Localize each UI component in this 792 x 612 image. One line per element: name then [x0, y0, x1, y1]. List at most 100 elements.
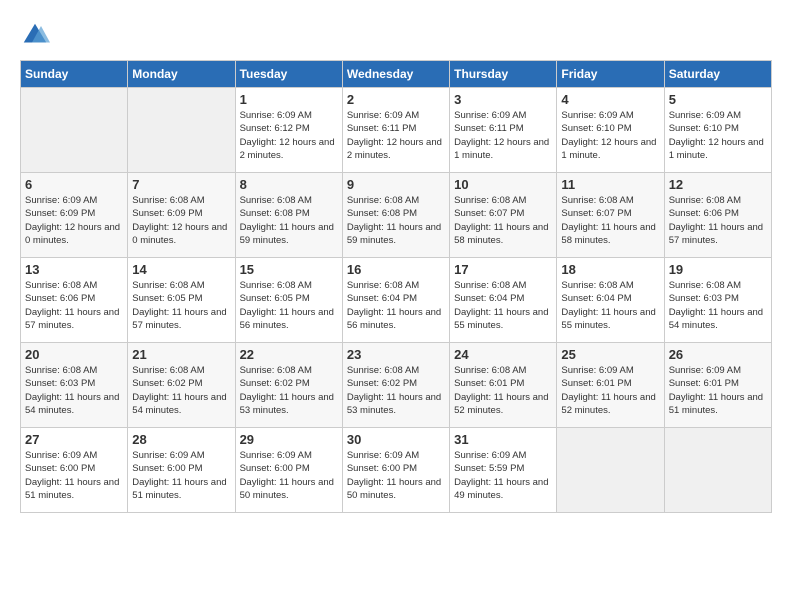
- calendar-cell: 11 Sunrise: 6:08 AMSunset: 6:07 PMDayligh…: [557, 173, 664, 258]
- calendar-cell: 12 Sunrise: 6:08 AMSunset: 6:06 PMDayligh…: [664, 173, 771, 258]
- calendar-week-row: 20 Sunrise: 6:08 AMSunset: 6:03 PMDayligh…: [21, 343, 772, 428]
- weekday-header-saturday: Saturday: [664, 61, 771, 88]
- day-info: Sunrise: 6:09 AMSunset: 6:12 PMDaylight:…: [240, 109, 338, 162]
- weekday-header-monday: Monday: [128, 61, 235, 88]
- day-number: 4: [561, 92, 659, 107]
- day-number: 26: [669, 347, 767, 362]
- day-info: Sunrise: 6:09 AMSunset: 6:01 PMDaylight:…: [561, 364, 659, 417]
- day-info: Sunrise: 6:08 AMSunset: 6:08 PMDaylight:…: [240, 194, 338, 247]
- day-info: Sunrise: 6:08 AMSunset: 6:04 PMDaylight:…: [347, 279, 445, 332]
- day-number: 1: [240, 92, 338, 107]
- day-number: 30: [347, 432, 445, 447]
- calendar-cell: 27 Sunrise: 6:09 AMSunset: 6:00 PMDayligh…: [21, 428, 128, 513]
- day-info: Sunrise: 6:08 AMSunset: 6:02 PMDaylight:…: [240, 364, 338, 417]
- calendar-cell: [128, 88, 235, 173]
- calendar-cell: 5 Sunrise: 6:09 AMSunset: 6:10 PMDaylight…: [664, 88, 771, 173]
- calendar-header-row: SundayMondayTuesdayWednesdayThursdayFrid…: [21, 61, 772, 88]
- day-info: Sunrise: 6:08 AMSunset: 6:02 PMDaylight:…: [347, 364, 445, 417]
- weekday-header-friday: Friday: [557, 61, 664, 88]
- day-info: Sunrise: 6:08 AMSunset: 6:03 PMDaylight:…: [25, 364, 123, 417]
- calendar-cell: 23 Sunrise: 6:08 AMSunset: 6:02 PMDayligh…: [342, 343, 449, 428]
- calendar-cell: 14Sunrise: 6:08 AMSunset: 6:05 PMDayligh…: [128, 258, 235, 343]
- day-info: Sunrise: 6:09 AMSunset: 6:00 PMDaylight:…: [240, 449, 338, 502]
- day-info: Sunrise: 6:09 AMSunset: 6:11 PMDaylight:…: [454, 109, 552, 162]
- weekday-header-tuesday: Tuesday: [235, 61, 342, 88]
- day-info: Sunrise: 6:08 AMSunset: 6:05 PMDaylight:…: [240, 279, 338, 332]
- day-number: 5: [669, 92, 767, 107]
- day-number: 19: [669, 262, 767, 277]
- calendar-cell: 2 Sunrise: 6:09 AMSunset: 6:11 PMDaylight…: [342, 88, 449, 173]
- calendar-cell: 9 Sunrise: 6:08 AMSunset: 6:08 PMDaylight…: [342, 173, 449, 258]
- calendar-cell: 22Sunrise: 6:08 AMSunset: 6:02 PMDayligh…: [235, 343, 342, 428]
- calendar-cell: 6 Sunrise: 6:09 AMSunset: 6:09 PMDaylight…: [21, 173, 128, 258]
- calendar-cell: 21 Sunrise: 6:08 AMSunset: 6:02 PMDayligh…: [128, 343, 235, 428]
- day-info: Sunrise: 6:09 AMSunset: 6:10 PMDaylight:…: [561, 109, 659, 162]
- day-number: 11: [561, 177, 659, 192]
- calendar-cell: 28 Sunrise: 6:09 AMSunset: 6:00 PMDayligh…: [128, 428, 235, 513]
- weekday-header-sunday: Sunday: [21, 61, 128, 88]
- day-info: Sunrise: 6:08 AMSunset: 6:04 PMDaylight:…: [454, 279, 552, 332]
- calendar-cell: 1 Sunrise: 6:09 AMSunset: 6:12 PMDaylight…: [235, 88, 342, 173]
- day-number: 25: [561, 347, 659, 362]
- day-number: 17: [454, 262, 552, 277]
- logo-icon: [20, 20, 50, 50]
- day-info: Sunrise: 6:09 AMSunset: 6:09 PMDaylight:…: [25, 194, 123, 247]
- calendar-cell: 30 Sunrise: 6:09 AMSunset: 6:00 PMDayligh…: [342, 428, 449, 513]
- page-header: [20, 20, 772, 50]
- calendar-cell: 26 Sunrise: 6:09 AMSunset: 6:01 PMDayligh…: [664, 343, 771, 428]
- calendar-week-row: 13 Sunrise: 6:08 AMSunset: 6:06 PMDayligh…: [21, 258, 772, 343]
- day-number: 2: [347, 92, 445, 107]
- day-info: Sunrise: 6:08 AMSunset: 6:06 PMDaylight:…: [25, 279, 123, 332]
- weekday-header-wednesday: Wednesday: [342, 61, 449, 88]
- day-info: Sunrise: 6:08 AMSunset: 6:04 PMDaylight:…: [561, 279, 659, 332]
- day-info: Sunrise: 6:08 AMSunset: 6:08 PMDaylight:…: [347, 194, 445, 247]
- calendar-cell: 18 Sunrise: 6:08 AMSunset: 6:04 PMDayligh…: [557, 258, 664, 343]
- calendar-week-row: 27 Sunrise: 6:09 AMSunset: 6:00 PMDayligh…: [21, 428, 772, 513]
- day-info: Sunrise: 6:08 AMSunset: 6:03 PMDaylight:…: [669, 279, 767, 332]
- day-info: Sunrise: 6:08 AMSunset: 6:09 PMDaylight:…: [132, 194, 230, 247]
- weekday-header-thursday: Thursday: [450, 61, 557, 88]
- calendar-cell: [664, 428, 771, 513]
- day-number: 15: [240, 262, 338, 277]
- calendar-cell: 8 Sunrise: 6:08 AMSunset: 6:08 PMDaylight…: [235, 173, 342, 258]
- calendar-cell: 17 Sunrise: 6:08 AMSunset: 6:04 PMDayligh…: [450, 258, 557, 343]
- day-number: 27: [25, 432, 123, 447]
- day-number: 18: [561, 262, 659, 277]
- day-number: 9: [347, 177, 445, 192]
- day-info: Sunrise: 6:08 AMSunset: 6:01 PMDaylight:…: [454, 364, 552, 417]
- calendar-cell: 31Sunrise: 6:09 AMSunset: 5:59 PMDayligh…: [450, 428, 557, 513]
- calendar-cell: [21, 88, 128, 173]
- day-number: 21: [132, 347, 230, 362]
- calendar-week-row: 6 Sunrise: 6:09 AMSunset: 6:09 PMDaylight…: [21, 173, 772, 258]
- day-info: Sunrise: 6:09 AMSunset: 6:01 PMDaylight:…: [669, 364, 767, 417]
- calendar-cell: 20 Sunrise: 6:08 AMSunset: 6:03 PMDayligh…: [21, 343, 128, 428]
- day-info: Sunrise: 6:08 AMSunset: 6:05 PMDaylight:…: [132, 279, 230, 332]
- day-number: 24: [454, 347, 552, 362]
- day-number: 8: [240, 177, 338, 192]
- calendar-cell: 4 Sunrise: 6:09 AMSunset: 6:10 PMDaylight…: [557, 88, 664, 173]
- day-info: Sunrise: 6:09 AMSunset: 6:00 PMDaylight:…: [25, 449, 123, 502]
- day-number: 6: [25, 177, 123, 192]
- calendar-cell: [557, 428, 664, 513]
- day-number: 29: [240, 432, 338, 447]
- day-info: Sunrise: 6:08 AMSunset: 6:07 PMDaylight:…: [561, 194, 659, 247]
- day-info: Sunrise: 6:09 AMSunset: 6:00 PMDaylight:…: [347, 449, 445, 502]
- day-info: Sunrise: 6:09 AMSunset: 6:11 PMDaylight:…: [347, 109, 445, 162]
- day-number: 28: [132, 432, 230, 447]
- day-info: Sunrise: 6:08 AMSunset: 6:06 PMDaylight:…: [669, 194, 767, 247]
- day-number: 23: [347, 347, 445, 362]
- calendar-table: SundayMondayTuesdayWednesdayThursdayFrid…: [20, 60, 772, 513]
- day-number: 13: [25, 262, 123, 277]
- day-number: 12: [669, 177, 767, 192]
- day-number: 16: [347, 262, 445, 277]
- day-info: Sunrise: 6:09 AMSunset: 6:10 PMDaylight:…: [669, 109, 767, 162]
- calendar-cell: 19 Sunrise: 6:08 AMSunset: 6:03 PMDayligh…: [664, 258, 771, 343]
- calendar-cell: 24 Sunrise: 6:08 AMSunset: 6:01 PMDayligh…: [450, 343, 557, 428]
- day-info: Sunrise: 6:08 AMSunset: 6:02 PMDaylight:…: [132, 364, 230, 417]
- day-number: 31: [454, 432, 552, 447]
- calendar-cell: 16 Sunrise: 6:08 AMSunset: 6:04 PMDayligh…: [342, 258, 449, 343]
- calendar-cell: 3Sunrise: 6:09 AMSunset: 6:11 PMDaylight…: [450, 88, 557, 173]
- day-info: Sunrise: 6:09 AMSunset: 6:00 PMDaylight:…: [132, 449, 230, 502]
- day-number: 20: [25, 347, 123, 362]
- calendar-week-row: 1 Sunrise: 6:09 AMSunset: 6:12 PMDaylight…: [21, 88, 772, 173]
